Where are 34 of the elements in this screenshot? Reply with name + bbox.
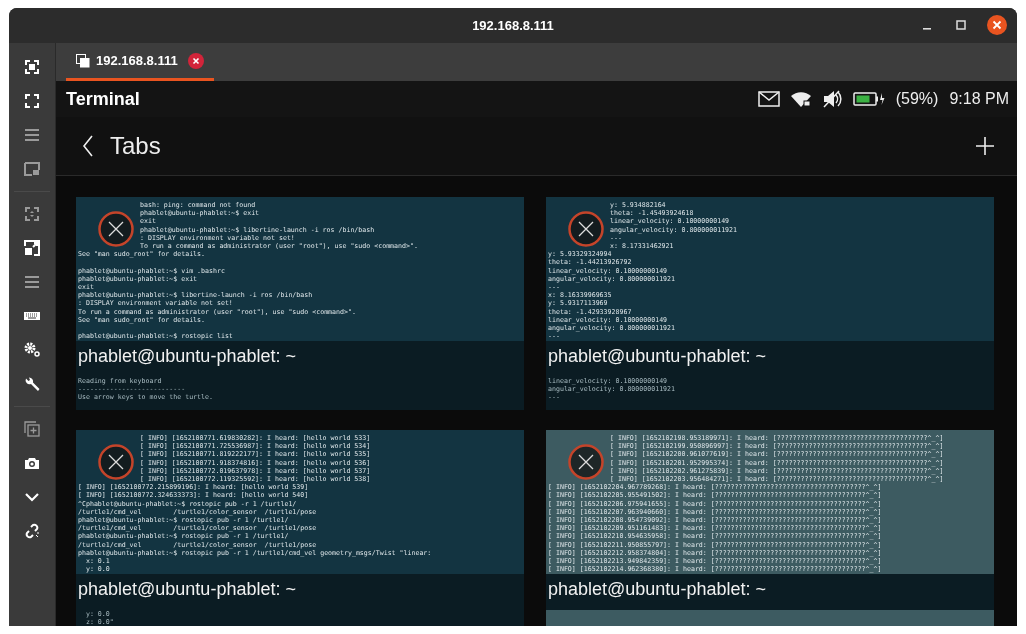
tab-title: phablet@ubuntu-phablet: ~ (546, 574, 994, 610)
link-icon[interactable] (24, 523, 40, 539)
terminal-preview[interactable] (76, 430, 524, 626)
terminal-preview[interactable] (546, 197, 994, 410)
battery-percentage: (59%) (895, 90, 939, 108)
windows-icon (76, 53, 90, 68)
mail-icon (757, 91, 780, 107)
tab-title: phablet@ubuntu-phablet: ~ (76, 574, 524, 610)
close-tab-button[interactable] (568, 211, 604, 247)
maximize-button[interactable] (953, 17, 969, 33)
fit-screen-icon[interactable] (24, 59, 40, 75)
window-title: 192.168.8.111 (472, 18, 554, 33)
app-title: Terminal (66, 88, 140, 110)
mute-icon (821, 90, 842, 108)
battery-icon (852, 91, 885, 107)
clock: 9:18 PM (949, 90, 1009, 108)
tab-title: phablet@ubuntu-phablet: ~ (546, 341, 994, 377)
page-title: Tabs (110, 132, 162, 160)
close-tab-button[interactable] (98, 211, 134, 247)
close-tab-button[interactable] (98, 444, 134, 480)
terminal-preview[interactable] (76, 197, 524, 410)
add-tab-button[interactable] (975, 136, 995, 156)
back-button[interactable] (82, 135, 94, 157)
close-tab-button[interactable] (568, 444, 604, 480)
tab-title: phablet@ubuntu-phablet: ~ (76, 341, 524, 377)
fullscreen-icon[interactable] (24, 93, 40, 109)
settings-icon[interactable] (24, 342, 40, 358)
terminal-preview[interactable] (546, 430, 994, 626)
wifi-icon (790, 91, 811, 107)
resize-icon[interactable] (24, 240, 40, 256)
wrench-icon[interactable] (24, 376, 40, 392)
close-tab-button[interactable] (187, 52, 204, 69)
close-button[interactable] (987, 15, 1007, 35)
camera-icon[interactable] (24, 455, 40, 471)
